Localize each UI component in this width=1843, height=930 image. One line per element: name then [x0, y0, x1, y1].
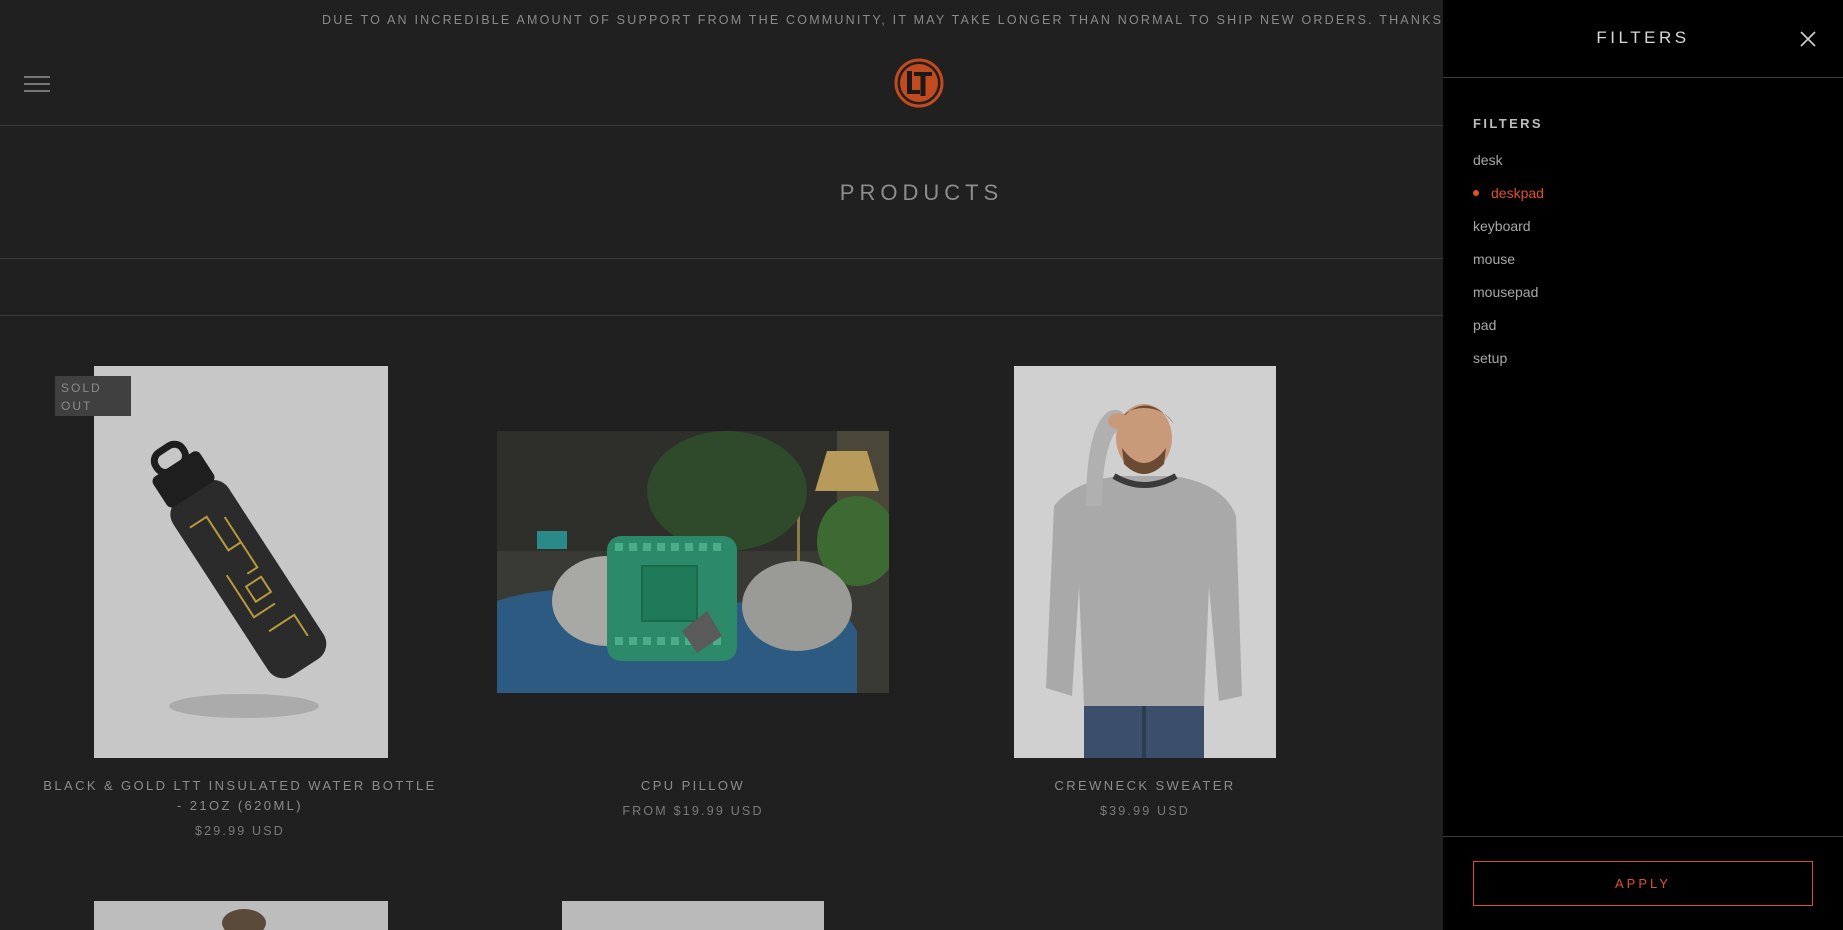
- filter-item-desk[interactable]: desk: [1473, 150, 1813, 183]
- filters-drawer: FILTERS FILTERS desk deskpad keyboard mo…: [1443, 0, 1843, 930]
- filter-item-label: deskpad: [1491, 185, 1544, 201]
- filter-list: desk deskpad keyboard mouse mousepad pad…: [1473, 150, 1813, 381]
- filter-item-mousepad[interactable]: mousepad: [1473, 282, 1813, 315]
- drawer-footer: APPLY: [1443, 836, 1843, 930]
- filter-item-setup[interactable]: setup: [1473, 348, 1813, 381]
- drawer-header: FILTERS: [1443, 0, 1843, 78]
- active-dot-icon: [1473, 190, 1479, 196]
- filter-item-deskpad[interactable]: deskpad: [1473, 183, 1813, 216]
- drawer-title: FILTERS: [1596, 28, 1690, 47]
- filter-section-label: FILTERS: [1473, 116, 1543, 131]
- close-icon[interactable]: [1799, 30, 1817, 48]
- filter-item-mouse[interactable]: mouse: [1473, 249, 1813, 282]
- drawer-backdrop[interactable]: [0, 0, 1443, 930]
- filter-item-keyboard[interactable]: keyboard: [1473, 216, 1813, 249]
- apply-button[interactable]: APPLY: [1473, 861, 1813, 906]
- filter-item-pad[interactable]: pad: [1473, 315, 1813, 348]
- page: DUE TO AN INCREDIBLE AMOUNT OF SUPPORT F…: [0, 0, 1843, 930]
